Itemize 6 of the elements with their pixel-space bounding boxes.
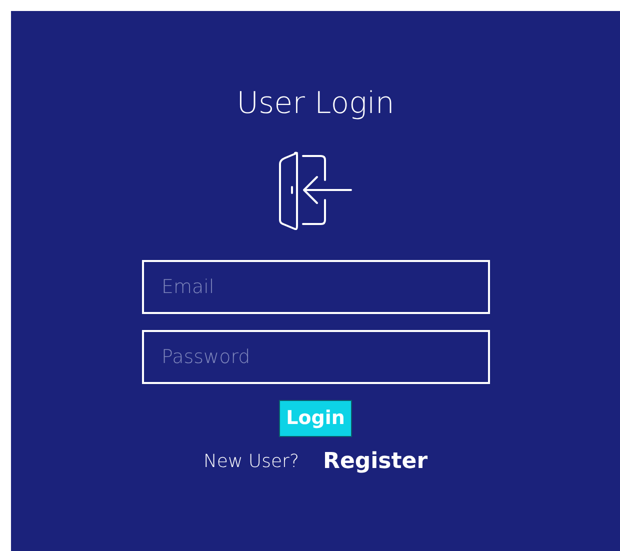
email-field[interactable]: Email	[142, 260, 490, 314]
door-enter-icon	[276, 150, 354, 230]
login-title: User Login	[236, 87, 394, 120]
register-link[interactable]: Register	[323, 444, 428, 478]
password-field[interactable]: Password	[142, 330, 490, 384]
new-user-prompt: New User?	[203, 450, 300, 474]
